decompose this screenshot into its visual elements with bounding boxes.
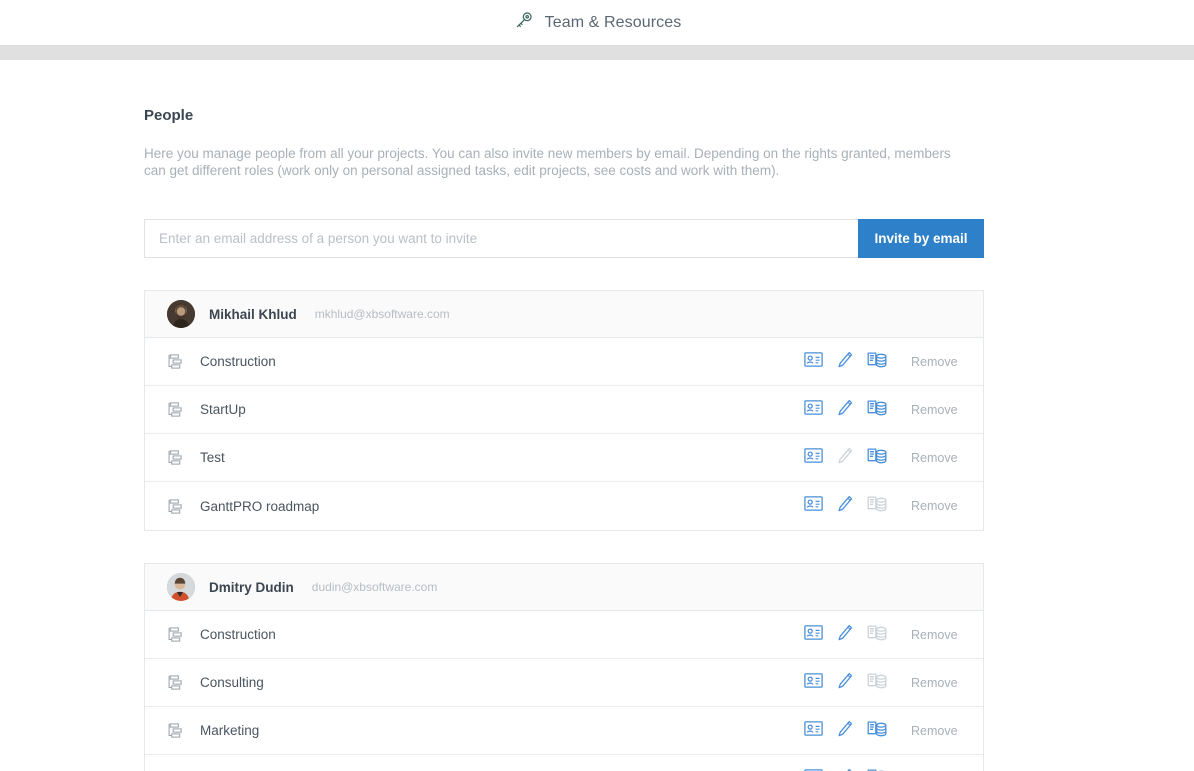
edit-pencil-icon[interactable] [837,624,853,646]
gantt-project-icon [167,401,184,418]
project-name: Consulting [200,675,264,690]
remove-button[interactable]: Remove [911,451,963,465]
row-actions [804,720,887,742]
project-row: GanttPRO roadmap Remove [145,482,983,530]
remove-button[interactable]: Remove [911,724,963,738]
project-name: Marketing [200,723,260,738]
project-row: Consulting Remove [145,659,983,707]
remove-button[interactable]: Remove [911,628,963,642]
row-actions [804,495,887,517]
section-description: Here you manage people from all your pro… [144,146,951,178]
edit-pencil-icon[interactable] [837,720,853,742]
row-actions [804,672,887,694]
invite-row: Invite by email [144,219,984,258]
project-row: StartUp Remove [145,386,983,434]
gantt-project-icon [167,674,184,691]
costs-coins-icon [867,624,887,646]
avatar [167,573,195,601]
contact-card-icon[interactable] [804,672,823,693]
row-actions [804,351,887,373]
remove-button[interactable]: Remove [911,676,963,690]
person-name: Mikhail Khlud [209,306,297,322]
costs-coins-icon [867,672,887,694]
costs-coins-icon [867,495,887,517]
invite-email-input[interactable] [144,219,858,258]
person-card: Mikhail Khlud mkhlud@xbsoftware.com Const… [144,290,984,531]
contact-card-icon[interactable] [804,496,823,516]
gantt-project-icon [167,626,184,643]
page-body: People Here you manage people from all y… [0,60,1194,771]
gantt-project-icon [167,722,184,739]
person-email: dudin@xbsoftware.com [311,580,438,594]
person-header: Dmitry Dudin dudin@xbsoftware.com [145,564,983,611]
contact-card-icon[interactable] [804,720,823,741]
section-title: People [144,107,194,124]
project-name: StartUp [200,402,246,417]
app-header: Team & Resources [0,0,1194,45]
page-title: Team & Resources [544,13,682,31]
content-column: People Here you manage people from all y… [144,107,984,771]
remove-button[interactable]: Remove [911,403,963,417]
person-card: Dmitry Dudin dudin@xbsoftware.com Constru… [144,563,984,771]
edit-pencil-icon[interactable] [837,495,853,517]
person-header: Mikhail Khlud mkhlud@xbsoftware.com [145,291,983,338]
project-name: Test [200,450,225,465]
row-actions [804,399,887,421]
project-name: Construction [200,627,276,642]
remove-button[interactable]: Remove [911,355,963,369]
row-actions [804,447,887,469]
row-actions [804,624,887,646]
person-name: Dmitry Dudin [209,579,294,595]
costs-coins-icon[interactable] [867,399,887,421]
avatar [167,300,195,328]
project-row: Test Remove [145,434,983,482]
edit-pencil-icon[interactable] [837,351,853,373]
remove-button[interactable]: Remove [911,499,963,513]
project-row: My project Remove [145,755,983,771]
edit-pencil-icon [837,447,853,469]
costs-coins-icon[interactable] [867,447,887,469]
gantt-project-icon [167,498,184,515]
people-list: Mikhail Khlud mkhlud@xbsoftware.com Const… [144,290,984,771]
project-row: Construction Remove [145,338,983,386]
gantt-project-icon [167,449,184,466]
edit-pencil-icon[interactable] [837,672,853,694]
invite-by-email-button[interactable]: Invite by email [858,219,984,258]
costs-coins-icon[interactable] [867,720,887,742]
edit-pencil-icon[interactable] [837,399,853,421]
project-name: Construction [200,354,276,369]
contact-card-icon[interactable] [804,399,823,420]
header-divider-band [0,45,1194,60]
project-name: GanttPRO roadmap [200,498,320,514]
contact-card-icon[interactable] [804,351,823,372]
project-row: Marketing Remove [145,707,983,755]
costs-coins-icon[interactable] [867,351,887,373]
person-email: mkhlud@xbsoftware.com [314,307,450,321]
project-row: Construction Remove [145,611,983,659]
contact-card-icon[interactable] [804,624,823,645]
gantt-project-icon [167,353,184,370]
contact-card-icon[interactable] [804,447,823,468]
key-icon [513,9,535,36]
